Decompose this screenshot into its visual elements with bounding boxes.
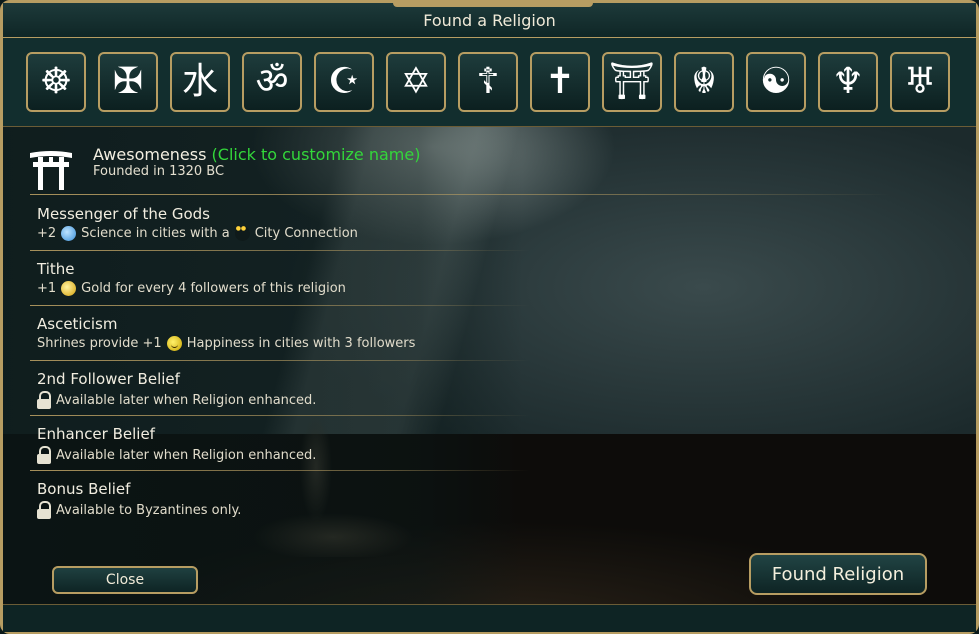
religion-icon-button-hinduism[interactable]: ॐ (242, 52, 302, 112)
star-of-david-icon: ✡ (400, 61, 432, 102)
faravahar-icon: ♅ (903, 61, 937, 102)
religion-icon-button-christianity-pattee[interactable]: ✠ (98, 52, 158, 112)
religion-icon-button-confucianism[interactable]: 水 (170, 52, 230, 112)
belief-text: Happiness in cities with 3 followers (186, 336, 416, 351)
belief-text: Science in cities with a (81, 226, 230, 241)
customize-name-link[interactable]: (Click to customize name) (212, 145, 421, 164)
lock-icon (37, 391, 51, 409)
city-connection-icon (234, 225, 250, 241)
belief-text: Available to Byzantines only. (56, 502, 242, 518)
belief-text-2: City Connection (254, 226, 358, 241)
belief-description: Available later when Religion enhanced. (37, 446, 497, 464)
belief-title: 2nd Follower Belief (37, 370, 180, 388)
religion-icon-button-shinto[interactable]: ⛩ (602, 52, 662, 112)
belief-asceticism[interactable]: Asceticism Shrines provide +1 Happiness … (37, 315, 497, 351)
religion-icon-button-protestantism[interactable]: ✝ (530, 52, 590, 112)
belief-2nd-follower[interactable]: 2nd Follower Belief Available later when… (37, 370, 497, 409)
belief-enhancer[interactable]: Enhancer Belief Available later when Rel… (37, 425, 497, 464)
belief-description: +2 Science in cities with a City Connect… (37, 225, 497, 241)
bottom-frame-bar (3, 604, 976, 632)
belief-title: Tithe (37, 260, 75, 278)
belief-description: Available later when Religion enhanced. (37, 391, 497, 409)
belief-title: Asceticism (37, 315, 118, 333)
belief-bonus[interactable]: Bonus Belief Available to Byzantines onl… (37, 480, 497, 519)
religion-icon-strip: ☸ ✠ 水 ॐ ☪ ✡ ☦ ✝ ⛩ ☬ ☯ ♆ ♅ (3, 38, 976, 127)
cross-pattee-icon: ✠ (112, 61, 144, 102)
science-icon (61, 226, 77, 241)
crescent-star-icon: ☪ (327, 61, 361, 102)
belief-title: Enhancer Belief (37, 425, 155, 443)
religion-icon-button-judaism[interactable]: ✡ (386, 52, 446, 112)
lock-icon (37, 501, 51, 519)
founded-date: Founded in 1320 BC (93, 164, 225, 179)
belief-title: Messenger of the Gods (37, 205, 210, 223)
dialog-title: Found a Religion (423, 10, 556, 30)
divider (30, 360, 530, 361)
torii-icon: ⛩ (609, 61, 655, 102)
water-kanji-icon: 水 (181, 61, 218, 102)
divider (30, 194, 890, 195)
belief-description: +1 Gold for every 4 followers of this re… (37, 281, 497, 296)
lock-icon (37, 446, 51, 464)
religion-icon-button-buddhism[interactable]: ☸ (26, 52, 86, 112)
religion-name[interactable]: Awesomeness (Click to customize name) (93, 145, 420, 164)
divider (30, 470, 530, 471)
religion-header[interactable]: Awesomeness (Click to customize name) Fo… (28, 145, 488, 191)
dharma-wheel-icon: ☸ (39, 61, 73, 102)
thunderbird-icon: ♆ (831, 61, 865, 102)
religion-name-text: Awesomeness (93, 145, 207, 164)
belief-prefix: +1 (37, 281, 57, 296)
belief-text: Available later when Religion enhanced. (56, 447, 317, 463)
happiness-icon (166, 336, 182, 351)
religion-icon-button-tengriism[interactable]: ♆ (818, 52, 878, 112)
title-ornament (393, 3, 593, 7)
belief-text: Available later when Religion enhanced. (56, 392, 317, 408)
belief-title: Bonus Belief (37, 480, 131, 498)
om-icon: ॐ (255, 61, 289, 102)
khanda-icon: ☬ (691, 61, 717, 102)
religion-icon-button-zoroastrianism[interactable]: ♅ (890, 52, 950, 112)
belief-messenger-of-the-gods[interactable]: Messenger of the Gods +2 Science in citi… (37, 205, 497, 241)
dialog-title-bar: Found a Religion (3, 3, 976, 38)
torii-icon (30, 151, 72, 190)
belief-prefix: +2 (37, 226, 57, 241)
text-panel-shade (3, 127, 523, 604)
gold-icon (61, 281, 77, 296)
close-button[interactable]: Close (52, 566, 198, 594)
religion-icon-button-taoism[interactable]: ☯ (746, 52, 806, 112)
divider (30, 305, 530, 306)
divider (30, 415, 530, 416)
found-religion-button[interactable]: Found Religion (749, 553, 927, 595)
divider (30, 250, 530, 251)
latin-cross-icon: ✝ (544, 61, 576, 102)
background-painting (3, 127, 976, 604)
religion-icon-button-islam[interactable]: ☪ (314, 52, 374, 112)
belief-description: Shrines provide +1 Happiness in cities w… (37, 336, 497, 351)
religion-icon-button-sikhism[interactable]: ☬ (674, 52, 734, 112)
belief-description: Available to Byzantines only. (37, 501, 497, 519)
religion-icon-button-orthodoxy[interactable]: ☦ (458, 52, 518, 112)
belief-prefix: Shrines provide +1 (37, 336, 162, 351)
orthodox-cross-icon: ☦ (476, 61, 500, 102)
belief-text: Gold for every 4 followers of this relig… (81, 281, 346, 296)
belief-tithe[interactable]: Tithe +1 Gold for every 4 followers of t… (37, 260, 497, 296)
yin-yang-icon: ☯ (759, 61, 793, 102)
